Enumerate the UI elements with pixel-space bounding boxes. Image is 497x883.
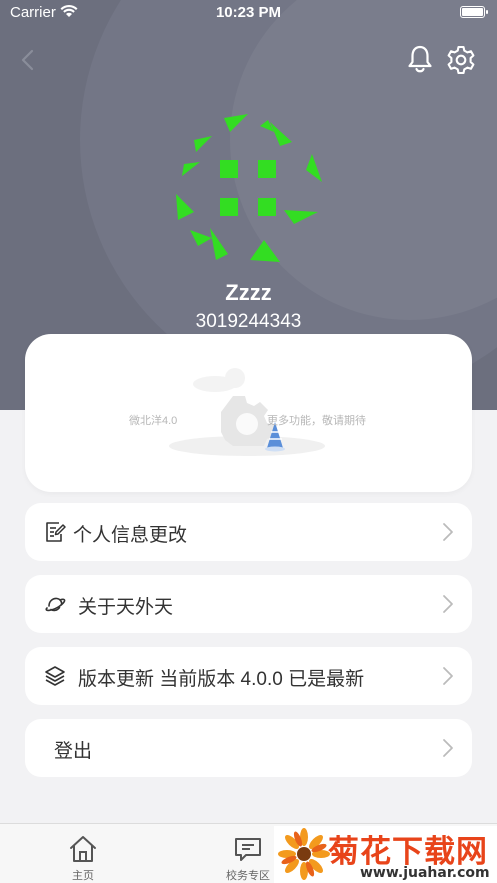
chrysanthemum-logo-icon — [278, 828, 330, 880]
menu-label-about: 关于天外天 — [78, 597, 174, 618]
watermark-banner: 菊花下载网 www.juahar.com — [274, 826, 497, 883]
menu-label-edit-profile: 个人信息更改 — [73, 525, 188, 546]
menu-label-logout: 登出 — [54, 741, 93, 762]
feature-placeholder-card: 微北洋4.0 更多功能，敬请期待 — [25, 334, 472, 492]
chevron-right-icon — [443, 595, 453, 613]
chevron-right-icon — [443, 667, 453, 685]
username: Zzzz — [225, 280, 272, 305]
watermark-url: www.juahar.com — [360, 865, 490, 881]
planet-icon — [45, 597, 66, 612]
menu-item-about[interactable]: 关于天外天 — [25, 575, 472, 633]
menu-item-version-update[interactable]: 版本更新 当前版本 4.0.0 已是最新 — [25, 647, 472, 705]
battery-icon — [460, 6, 488, 18]
user-id: 3019244343 — [195, 311, 302, 332]
home-icon — [70, 836, 96, 862]
user-avatar[interactable] — [172, 112, 324, 264]
edit-document-icon — [46, 522, 66, 542]
layers-icon — [45, 666, 65, 686]
status-bar: Carrier 10:23 PM — [0, 0, 497, 26]
menu-item-edit-profile[interactable]: 个人信息更改 — [25, 503, 472, 561]
tab-home[interactable]: 主页 — [43, 824, 123, 883]
back-chevron-icon[interactable] — [18, 48, 38, 72]
clock: 10:23 PM — [215, 4, 282, 21]
feature-right-text: 更多功能，敬请期待 — [267, 415, 366, 427]
menu-item-logout[interactable]: 登出 — [25, 719, 472, 777]
menu-label-version-update: 版本更新 当前版本 4.0.0 已是最新 — [78, 669, 365, 690]
message-icon — [235, 838, 261, 861]
feature-left-text: 微北洋4.0 — [129, 415, 178, 427]
settings-gear-icon[interactable] — [445, 44, 477, 76]
bell-icon[interactable] — [406, 44, 434, 74]
chevron-right-icon — [443, 523, 453, 541]
tab-home-label: 主页 — [72, 870, 94, 882]
chevron-right-icon — [443, 739, 453, 757]
